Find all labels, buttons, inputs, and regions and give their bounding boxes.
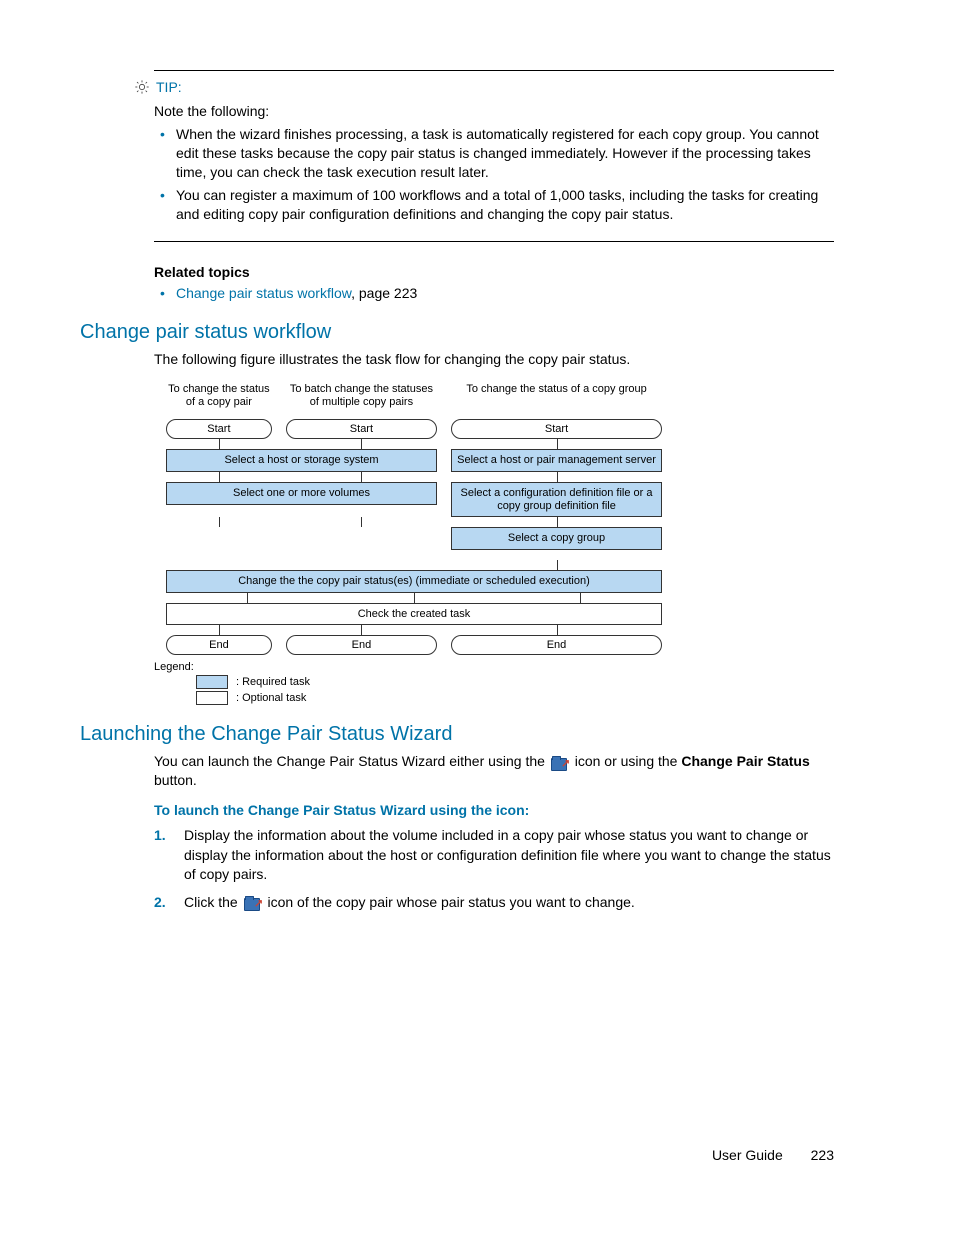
procedure-steps: Display the information about the volume…: [154, 826, 834, 912]
tip-header: TIP:: [134, 79, 834, 95]
section-intro: The following figure illustrates the tas…: [154, 350, 834, 369]
flow-start: Start: [451, 419, 662, 439]
related-item: Change pair status workflow, page 223: [176, 284, 834, 303]
legend-swatch-required: [196, 675, 228, 689]
button-name: Change Pair Status: [681, 753, 809, 769]
section-heading-launch: Launching the Change Pair Status Wizard: [80, 723, 834, 746]
lightbulb-icon: [134, 79, 150, 95]
tip-item: When the wizard finishes processing, a t…: [176, 125, 834, 182]
flow-end: End: [166, 635, 272, 655]
step: Click the icon of the copy pair whose pa…: [184, 893, 834, 913]
text: icon of the copy pair whose pair status …: [264, 894, 635, 910]
flow-step: Change the the copy pair status(es) (imm…: [166, 570, 662, 593]
flow-col-head: To change the status of a copy pair: [164, 383, 274, 413]
tip-item: You can register a maximum of 100 workfl…: [176, 186, 834, 224]
flow-step: Select a host or storage system: [166, 449, 437, 472]
legend-label: Legend:: [154, 661, 674, 673]
tip-label: TIP:: [156, 79, 182, 95]
text: Click the: [184, 894, 242, 910]
legend-swatch-optional: [196, 691, 228, 705]
tip-note: Note the following:: [154, 103, 834, 119]
flow-step: Select a host or pair management server: [451, 449, 662, 472]
section-heading-workflow: Change pair status workflow: [80, 321, 834, 344]
flow-end: End: [286, 635, 437, 655]
legend-text: : Optional task: [236, 692, 306, 704]
related-link[interactable]: Change pair status workflow: [176, 285, 351, 301]
flow-legend: Legend: : Required task : Optional task: [154, 661, 674, 705]
related-suffix: , page 223: [351, 285, 417, 301]
flow-start: Start: [286, 419, 437, 439]
text: icon or using the: [571, 753, 682, 769]
content-column: TIP: Note the following: When the wizard…: [154, 70, 834, 913]
tip-list: When the wizard finishes processing, a t…: [154, 125, 834, 223]
flow-step: Select a copy group: [451, 527, 662, 550]
change-pair-status-icon: [551, 755, 569, 771]
step: Display the information about the volume…: [184, 826, 834, 885]
text: button.: [154, 772, 197, 788]
text: You can launch the Change Pair Status Wi…: [154, 753, 549, 769]
workflow-figure: To change the status of a copy pair To b…: [154, 383, 674, 705]
footer-page: 223: [811, 1147, 834, 1163]
tip-block: TIP: Note the following: When the wizard…: [154, 70, 834, 242]
page: TIP: Note the following: When the wizard…: [0, 0, 954, 1235]
footer-label: User Guide: [712, 1147, 783, 1163]
page-footer: User Guide 223: [712, 1147, 834, 1163]
launch-paragraph: You can launch the Change Pair Status Wi…: [154, 752, 834, 790]
flow-start: Start: [166, 419, 272, 439]
flow-end: End: [451, 635, 662, 655]
legend-text: : Required task: [236, 676, 310, 688]
flow-col-head: To batch change the statuses of multiple…: [284, 383, 439, 413]
flow-col-head: To change the status of a copy group: [449, 383, 664, 413]
flow-step-optional: Check the created task: [166, 603, 662, 626]
flow-step: Select one or more volumes: [166, 482, 437, 505]
procedure-heading: To launch the Change Pair Status Wizard …: [154, 802, 834, 818]
flow-step: Select a configuration definition file o…: [451, 482, 662, 517]
related-heading: Related topics: [154, 264, 834, 280]
change-pair-status-icon: [244, 895, 262, 911]
related-list: Change pair status workflow, page 223: [154, 284, 834, 303]
